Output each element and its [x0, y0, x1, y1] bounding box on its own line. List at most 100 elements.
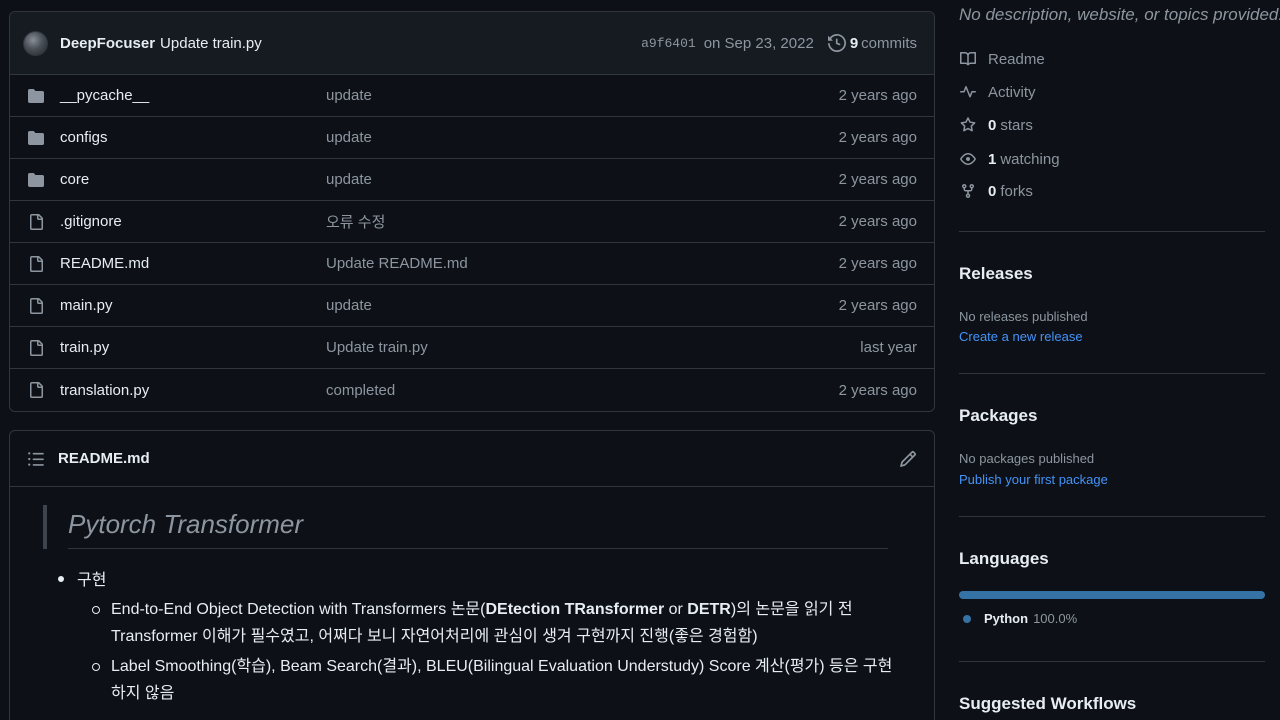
outline-list-icon[interactable] [27, 450, 45, 468]
file-row[interactable]: translation.py completed 2 years ago [10, 369, 934, 411]
file-name[interactable]: configs [60, 129, 326, 146]
readme-panel: README.md Pytorch Transformer 구현 End-to-… [9, 430, 935, 720]
file-commit-message[interactable]: 오류 수정 [326, 211, 839, 232]
commit-date: on Sep 23, 2022 [703, 34, 814, 52]
divider [959, 373, 1265, 374]
file-name[interactable]: .gitignore [60, 213, 326, 230]
divider [959, 516, 1265, 517]
commit-author[interactable]: DeepFocuser [60, 35, 155, 52]
star-icon [959, 116, 977, 134]
file-row[interactable]: main.py update 2 years ago [10, 285, 934, 327]
text-segment: End-to-End Object Detection with Transfo… [111, 601, 486, 618]
bold-text: DEtection TRansformer [485, 601, 665, 618]
commit-sha[interactable]: a9f6401 [641, 36, 696, 51]
readme-filename[interactable]: README.md [58, 450, 150, 467]
file-time: 2 years ago [838, 171, 917, 188]
book-icon [959, 50, 977, 68]
file-commit-message[interactable]: update [326, 87, 839, 104]
file-row[interactable]: README.md Update README.md 2 years ago [10, 243, 934, 285]
readme-header: README.md [10, 431, 934, 487]
list-item: 구현 [58, 567, 898, 594]
file-row[interactable]: train.py Update train.py last year [10, 327, 934, 369]
create-release-link[interactable]: Create a new release [959, 329, 1083, 344]
file-commit-message[interactable]: Update train.py [326, 339, 860, 356]
packages-heading[interactable]: Packages [959, 406, 1037, 426]
heading-divider [68, 548, 888, 549]
sub-list-item: End-to-End Object Detection with Transfo… [92, 596, 898, 650]
watching-link[interactable]: 1 watching [959, 150, 1060, 168]
file-time: last year [860, 339, 917, 356]
file-time: 2 years ago [838, 213, 917, 230]
sub-list-item: Label Smoothing(학습), Beam Search(결과), BL… [92, 653, 898, 707]
file-browser: DeepFocuser Update train.py a9f6401 on S… [9, 11, 935, 412]
file-row[interactable]: __pycache__ update 2 years ago [10, 75, 934, 117]
workflows-heading: Suggested Workflows [959, 694, 1137, 713]
language-percent: 100.0% [1033, 611, 1078, 626]
language-color-dot [963, 614, 971, 623]
file-name[interactable]: core [60, 171, 326, 188]
readme-link-label: Readme [988, 50, 1045, 68]
eye-icon [959, 150, 977, 168]
file-time: 2 years ago [838, 297, 917, 314]
stars-link[interactable]: 0 stars [959, 116, 1033, 134]
list-item-text: 구현 [77, 572, 107, 589]
commit-message[interactable]: Update train.py [160, 35, 262, 52]
file-name[interactable]: translation.py [60, 382, 326, 399]
avatar[interactable] [23, 30, 48, 56]
publish-package-link[interactable]: Publish your first package [959, 472, 1108, 487]
text-segment: or [664, 601, 688, 618]
file-time: 2 years ago [838, 129, 917, 146]
file-commit-message[interactable]: update [326, 171, 839, 188]
forks-count: 0 [988, 182, 997, 200]
commit-count: 9 [849, 34, 859, 52]
about-description: No description, website, or topics provi… [959, 5, 1280, 24]
file-commit-message[interactable]: update [326, 129, 839, 146]
pulse-icon [959, 83, 977, 101]
commits-label: commits [861, 34, 917, 52]
file-commit-message[interactable]: update [326, 297, 839, 314]
watching-label: watching [1000, 150, 1060, 168]
file-icon [26, 380, 46, 400]
sub-list: End-to-End Object Detection with Transfo… [92, 596, 898, 707]
divider [959, 661, 1265, 662]
bullet [92, 663, 100, 671]
file-commit-message[interactable]: completed [326, 382, 839, 399]
activity-link-label: Activity [988, 83, 1036, 101]
folder-icon [26, 128, 46, 148]
history-icon [827, 34, 846, 52]
file-name[interactable]: train.py [60, 339, 326, 356]
packages-empty-text: No packages published [959, 451, 1095, 466]
bullet [92, 606, 100, 614]
file-icon [26, 338, 46, 358]
folder-icon [26, 86, 46, 106]
file-icon [26, 254, 46, 274]
activity-link[interactable]: Activity [959, 83, 1036, 101]
bullet [58, 576, 64, 582]
pencil-icon[interactable] [899, 450, 917, 468]
file-commit-message[interactable]: Update README.md [326, 255, 839, 272]
readme-link[interactable]: Readme [959, 50, 1045, 68]
file-row[interactable]: core update 2 years ago [10, 159, 934, 201]
fork-icon [959, 182, 977, 200]
file-icon [26, 296, 46, 316]
file-time: 2 years ago [838, 381, 917, 399]
releases-heading[interactable]: Releases [959, 264, 1033, 284]
file-name[interactable]: README.md [60, 255, 326, 272]
file-icon [26, 212, 46, 232]
stars-count: 0 [988, 116, 997, 134]
readme-heading: Pytorch Transformer [68, 509, 304, 539]
file-row[interactable]: .gitignore 오류 수정 2 years ago [10, 201, 934, 243]
forks-link[interactable]: 0 forks [959, 182, 1033, 200]
file-list: __pycache__ update 2 years ago configs u… [10, 75, 934, 411]
file-time: 2 years ago [838, 255, 917, 272]
commits-link[interactable]: 9 commits [827, 34, 917, 52]
repo-sidebar: No description, website, or topics provi… [959, 0, 1280, 720]
file-time: 2 years ago [838, 87, 917, 104]
watching-count: 1 [988, 150, 997, 168]
language-item[interactable]: Python 100.0% [963, 611, 1077, 626]
file-name[interactable]: __pycache__ [60, 87, 326, 104]
language-name: Python [984, 611, 1029, 626]
readme-blockquote: Pytorch Transformer [43, 505, 888, 549]
file-name[interactable]: main.py [60, 297, 326, 314]
file-row[interactable]: configs update 2 years ago [10, 117, 934, 159]
